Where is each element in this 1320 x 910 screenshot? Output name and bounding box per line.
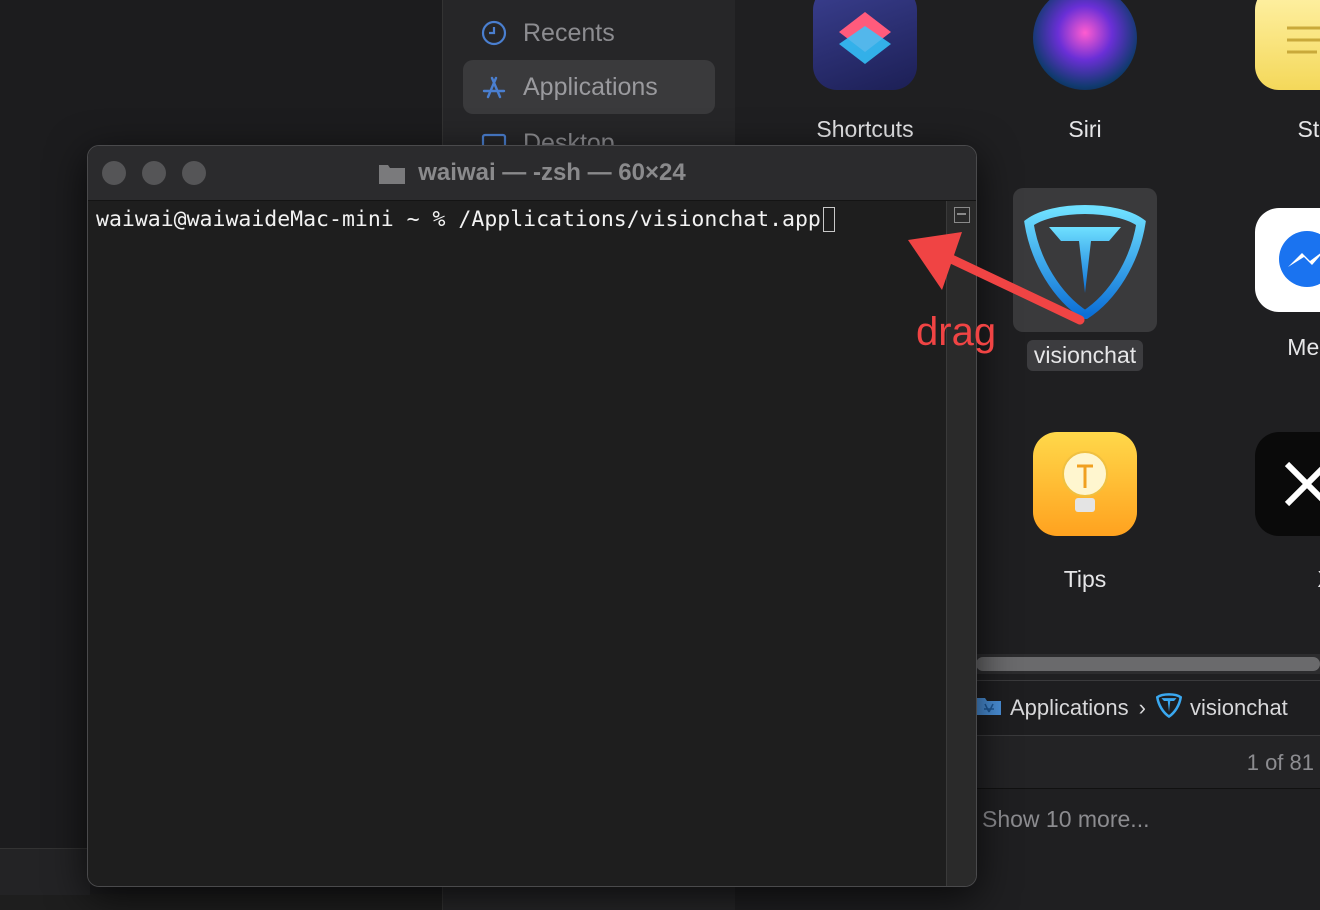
split-pane-icon[interactable] (954, 207, 970, 223)
terminal-titlebar: waiwai — -zsh — 60×24 (88, 146, 976, 201)
app-tile-stickies[interactable]: Sticki (1215, 0, 1320, 145)
sidebar-item-label: Recents (523, 18, 615, 47)
terminal-window: waiwai — -zsh — 60×24 waiwai@waiwaideMac… (87, 145, 977, 887)
path-bar: Applications › visionchat (974, 680, 1320, 736)
folder-icon (378, 161, 406, 185)
stickies-icon (1255, 0, 1320, 90)
app-label: Sticki (1297, 116, 1320, 142)
sidebar-item-label: Applications (523, 72, 658, 101)
show-more-link[interactable]: Show 10 more... (982, 806, 1149, 833)
applications-icon (479, 72, 509, 102)
app-tile-messenger[interactable]: Messer (1215, 208, 1320, 363)
text-cursor (822, 207, 835, 232)
app-label: X (1310, 564, 1320, 595)
drag-annotation-label: drag (916, 310, 997, 354)
pathbar-separator: › (1138, 695, 1146, 720)
prompt-text: waiwai@waiwaideMac-mini ~ % /Application… (96, 207, 821, 232)
status-bar: 1 of 81 (974, 736, 1320, 789)
visionchat-icon (1013, 188, 1157, 332)
app-label: Tips (1063, 566, 1107, 592)
terminal-scrollbar[interactable] (946, 201, 976, 886)
background-window-edge (0, 848, 90, 895)
app-label: Shortcuts (816, 116, 914, 142)
app-tile-siri[interactable]: Siri (995, 0, 1175, 145)
app-tile-tips[interactable]: Tips (995, 432, 1175, 595)
app-label: Messer (1287, 334, 1320, 360)
pathbar-folder[interactable]: Applications (1010, 695, 1129, 721)
pathbar-item[interactable]: visionchat (1190, 695, 1288, 721)
shortcuts-icon (813, 0, 917, 90)
sidebar-item-applications[interactable]: Applications (463, 60, 715, 114)
app-label: Siri (1068, 116, 1102, 142)
scrollbar-thumb[interactable] (976, 657, 1320, 671)
horizontal-scrollbar[interactable] (974, 654, 1320, 674)
x-icon (1255, 432, 1320, 536)
sidebar-item-recents[interactable]: Recents (463, 6, 715, 60)
messenger-icon (1255, 208, 1320, 312)
terminal-title-text: waiwai — -zsh — 60×24 (418, 159, 686, 186)
clock-icon (479, 18, 509, 48)
app-tile-visionchat[interactable]: visionchat (995, 188, 1175, 371)
folder-icon (976, 694, 1002, 722)
siri-icon (1033, 0, 1137, 90)
app-tile-x[interactable]: X (1215, 432, 1320, 595)
visionchat-small-icon (1155, 692, 1183, 724)
tips-icon (1033, 432, 1137, 536)
app-label: visionchat (1026, 340, 1144, 371)
item-count: 1 of 81 (1246, 750, 1314, 775)
app-tile-shortcuts[interactable]: Shortcuts (775, 0, 955, 145)
terminal-output[interactable]: waiwai@waiwaideMac-mini ~ % /Application… (88, 201, 946, 886)
terminal-title: waiwai — -zsh — 60×24 (88, 146, 976, 200)
prompt-line: waiwai@waiwaideMac-mini ~ % /Application… (96, 207, 835, 232)
